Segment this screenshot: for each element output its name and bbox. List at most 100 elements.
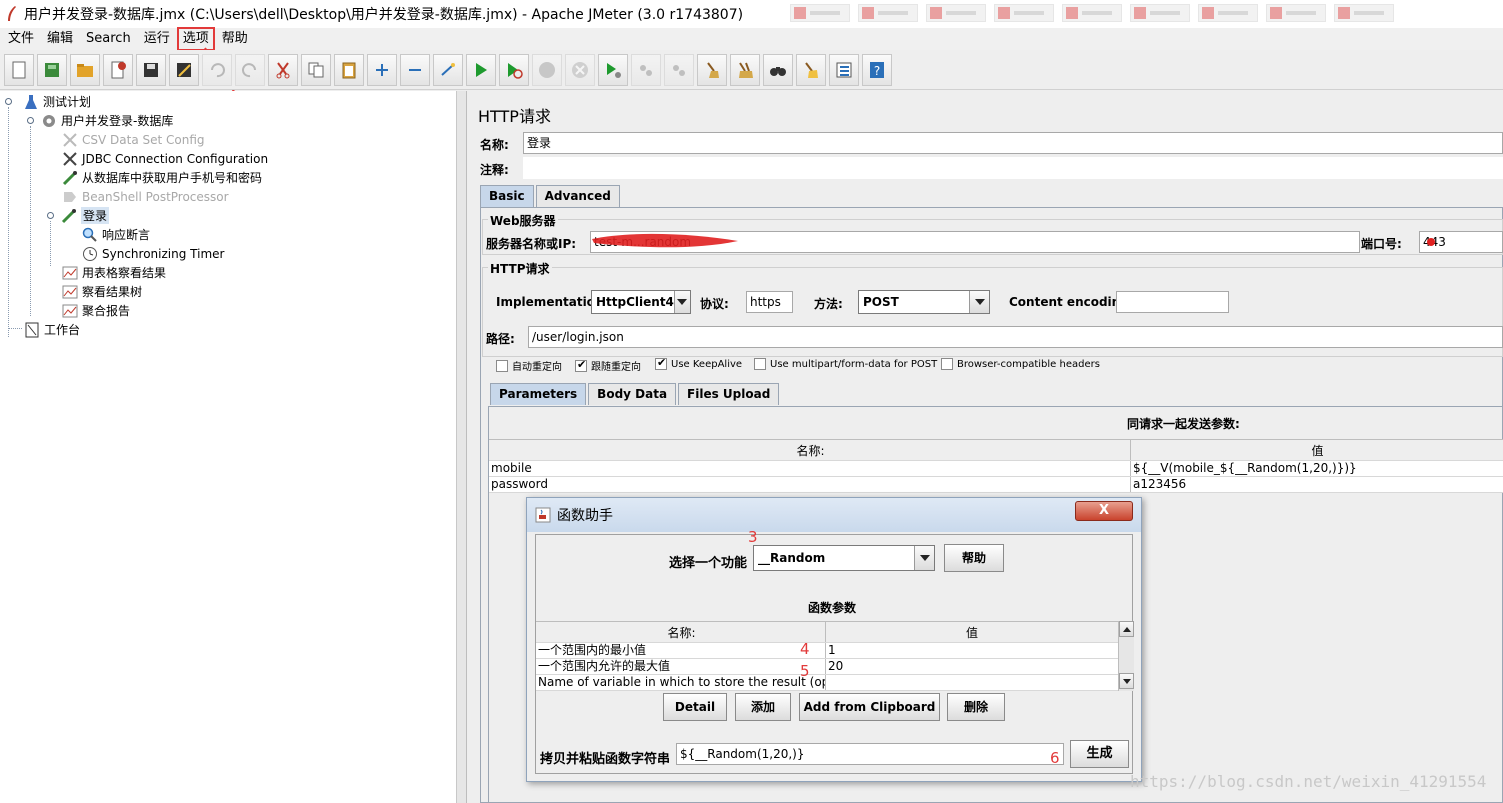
table-header-row: 名称: 值 [536, 621, 1134, 643]
reset-search-button[interactable] [796, 53, 826, 86]
param-value-cell[interactable]: a123456 [1131, 477, 1503, 492]
scroll-track[interactable] [1119, 637, 1134, 673]
param-name-cell[interactable]: password [489, 477, 1131, 492]
tree-node-view-results-tree[interactable]: 察看结果树 [62, 282, 142, 301]
name-field[interactable]: 登录 [523, 132, 1503, 154]
table-row[interactable]: 一个范围内允许的最大值 20 [536, 659, 1134, 675]
save-as-button[interactable] [169, 53, 199, 86]
auto-redirect-checkbox[interactable]: 自动重定向 [496, 358, 562, 373]
redo-button[interactable] [235, 53, 265, 86]
tab-body-data[interactable]: Body Data [588, 383, 677, 405]
keepalive-checkbox[interactable]: Use KeepAlive [655, 356, 742, 370]
open-button[interactable] [70, 53, 100, 86]
path-field[interactable]: /user/login.json [528, 326, 1503, 348]
menu-edit[interactable]: 编辑 [43, 29, 77, 49]
tree-node-test-plan[interactable]: 测试计划 [4, 92, 91, 111]
paste-button[interactable] [334, 53, 364, 86]
param-value-cell[interactable] [826, 675, 1116, 690]
menu-search[interactable]: Search [82, 29, 135, 49]
comment-field[interactable] [523, 157, 1503, 179]
dialog-titlebar: 函数助手 [527, 498, 1141, 532]
pane-splitter[interactable] [457, 91, 467, 803]
tree-node-workbench[interactable]: 工作台 [24, 320, 80, 339]
stop-icon [539, 61, 555, 78]
remote-start-all-button[interactable] [598, 53, 628, 86]
annotation-step-4: 4 [800, 640, 810, 658]
tree-node-login[interactable]: 登录 [46, 206, 110, 225]
shutdown-button[interactable] [565, 53, 595, 86]
copy-button[interactable] [301, 53, 331, 86]
tree-node-thread-group[interactable]: 用户并发登录-数据库 [26, 111, 173, 130]
remote-stop-all-button[interactable] [631, 53, 661, 86]
tree-node-view-table[interactable]: 用表格察看结果 [62, 263, 166, 282]
dialog-close-button[interactable]: X [1075, 501, 1133, 521]
tab-advanced[interactable]: Advanced [535, 185, 620, 207]
param-value-cell[interactable]: 20 [826, 659, 1116, 674]
menu-file[interactable]: 文件 [4, 29, 38, 49]
start-button[interactable] [466, 53, 496, 86]
save-button[interactable] [136, 53, 166, 86]
redo-icon [242, 62, 256, 77]
tree-node-aggregate-report[interactable]: 聚合报告 [62, 301, 130, 320]
help-button[interactable]: ? [862, 53, 892, 86]
generate-button[interactable]: 生成 [1070, 740, 1129, 768]
table-row[interactable]: Name of variable in which to store the r… [536, 675, 1134, 691]
tree-node-csv-config[interactable]: CSV Data Set Config [62, 130, 205, 149]
close-button[interactable] [103, 53, 133, 86]
param-value-cell[interactable]: 1 [826, 643, 1116, 658]
method-select[interactable]: POST [858, 290, 990, 314]
scroll-up-icon[interactable] [1119, 621, 1134, 637]
param-name-cell: 一个范围内允许的最大值 [536, 659, 826, 674]
tab-parameters[interactable]: Parameters [490, 383, 587, 405]
toggle-button[interactable] [433, 53, 463, 86]
start-no-pauses-button[interactable] [499, 53, 529, 86]
tab-basic[interactable]: Basic [480, 185, 534, 207]
collapse-all-button[interactable] [400, 53, 430, 86]
tree-guide-line [50, 221, 51, 266]
encoding-field[interactable] [1116, 291, 1229, 313]
new-button[interactable] [4, 53, 34, 86]
tree-node-response-assertion[interactable]: 响应断言 [82, 225, 150, 244]
function-select[interactable]: __Random [753, 545, 935, 571]
clear-all-button[interactable] [730, 53, 760, 86]
implementation-select[interactable]: HttpClient4 [591, 290, 691, 314]
checkbox-box [655, 356, 667, 370]
shutdown-icon [572, 61, 588, 78]
clear-button[interactable] [697, 53, 727, 86]
broom-icon [707, 61, 719, 78]
remote-shutdown-all-button[interactable] [664, 53, 694, 86]
search-button[interactable] [763, 53, 793, 86]
background-tab [1266, 4, 1326, 22]
protocol-field[interactable]: https [746, 291, 793, 313]
function-string-field[interactable]: ${__Random(1,20,)} [676, 743, 1064, 765]
table-row[interactable]: 一个范围内的最小值 1 [536, 643, 1134, 659]
add-button[interactable]: 添加 [735, 693, 791, 721]
table-row[interactable]: password a123456 [489, 477, 1503, 493]
undo-button[interactable] [202, 53, 232, 86]
detail-button[interactable]: Detail [663, 693, 727, 721]
menu-run[interactable]: 运行 [140, 29, 174, 49]
add-from-clipboard-button[interactable]: Add from Clipboard [799, 693, 940, 721]
tree-node-beanshell[interactable]: BeanShell PostProcessor [62, 187, 229, 206]
browser-headers-checkbox[interactable]: Browser-compatible headers [941, 358, 1100, 370]
tree-node-sync-timer[interactable]: Synchronizing Timer [82, 244, 224, 263]
expand-all-button[interactable] [367, 53, 397, 86]
params-scrollbar[interactable] [1118, 621, 1134, 691]
tab-files-upload[interactable]: Files Upload [678, 383, 780, 405]
function-helper-button[interactable] [829, 53, 859, 86]
listener-graph-icon [62, 266, 78, 279]
tree-node-jdbc-request[interactable]: 从数据库中获取用户手机号和密码 [62, 168, 262, 187]
stop-button[interactable] [532, 53, 562, 86]
tree-node-jdbc-config[interactable]: JDBC Connection Configuration [62, 149, 268, 168]
delete-button[interactable]: 删除 [947, 693, 1005, 721]
multipart-checkbox[interactable]: Use multipart/form-data for POST [754, 358, 937, 370]
param-value-cell[interactable]: ${__V(mobile_${__Random(1,20,)})} [1131, 461, 1503, 476]
table-row[interactable]: mobile ${__V(mobile_${__Random(1,20,)})} [489, 461, 1503, 477]
function-params-caption: 函数参数 [808, 601, 857, 615]
scroll-down-icon[interactable] [1119, 673, 1134, 689]
cut-button[interactable] [268, 53, 298, 86]
param-name-cell[interactable]: mobile [489, 461, 1131, 476]
follow-redirect-checkbox[interactable]: 跟随重定向 [575, 358, 641, 373]
templates-button[interactable] [37, 53, 67, 86]
help-button[interactable]: 帮助 [944, 544, 1004, 572]
